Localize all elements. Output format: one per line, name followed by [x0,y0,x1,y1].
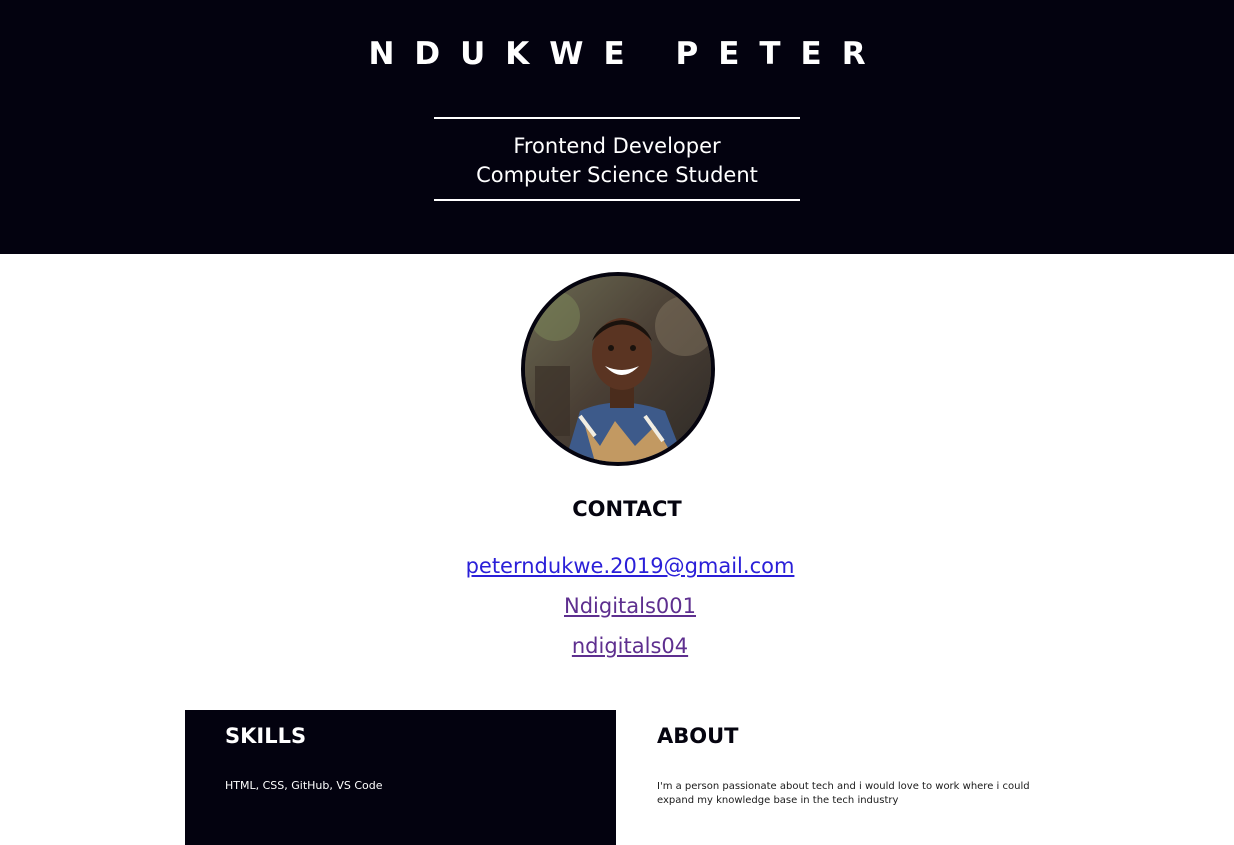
page-title: NDUKWE PETER [368,36,886,72]
contact-heading: CONTACT [572,497,682,521]
email-link[interactable]: peterndukwe.2019@gmail.com [0,554,1234,578]
skills-heading: SKILLS [225,724,307,748]
page-header: NDUKWE PETER Frontend Developer Computer… [0,0,1234,254]
header-divider-top [434,117,800,119]
avatar [521,272,715,466]
about-heading: ABOUT [657,724,739,748]
header-subtitle-study: Computer Science Student [476,163,758,187]
about-text: I'm a person passionate about tech and i… [657,781,1030,806]
header-divider-bottom [434,199,800,201]
profile-link-ndigitals04[interactable]: ndigitals04 [0,634,1234,658]
profile-photo [525,276,711,462]
skills-panel: SKILLS HTML, CSS, GitHub, VS Code [185,710,616,845]
header-subtitle-role: Frontend Developer [513,134,721,158]
profile-link-ndigitals001[interactable]: Ndigitals001 [0,594,1234,618]
skills-list: HTML, CSS, GitHub, VS Code [225,779,383,792]
